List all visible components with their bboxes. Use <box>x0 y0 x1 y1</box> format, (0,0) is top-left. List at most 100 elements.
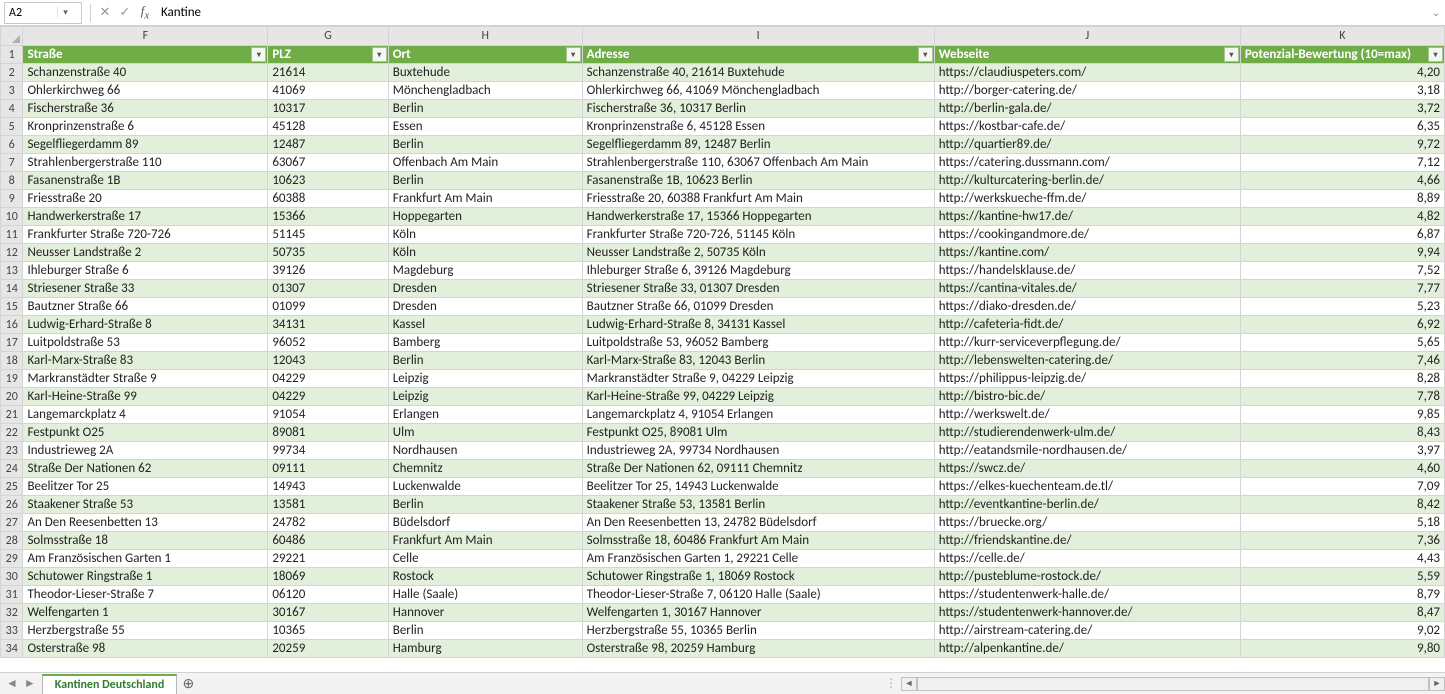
row-header[interactable]: 6 <box>1 136 23 154</box>
filter-icon[interactable] <box>566 47 581 62</box>
cell[interactable]: 06120 <box>268 586 388 604</box>
cell[interactable]: Friesstraße 20 <box>23 190 268 208</box>
cell[interactable]: Karl-Heine-Straße 99 <box>23 388 268 406</box>
row-header[interactable]: 27 <box>1 514 23 532</box>
cell[interactable]: https://cantina-vitales.de/ <box>934 280 1240 298</box>
cell[interactable]: 89081 <box>268 424 388 442</box>
cell[interactable]: Frankfurter Straße 720-726, 51145 Köln <box>582 226 934 244</box>
cell[interactable]: An Den Reesenbetten 13, 24782 Büdelsdorf <box>582 514 934 532</box>
cell[interactable]: Berlin <box>388 352 582 370</box>
row-header[interactable]: 26 <box>1 496 23 514</box>
cell[interactable]: Frankfurter Straße 720-726 <box>23 226 268 244</box>
cell[interactable]: Berlin <box>388 496 582 514</box>
cell[interactable]: http://eventkantine-berlin.de/ <box>934 496 1240 514</box>
row-header[interactable]: 13 <box>1 262 23 280</box>
cell[interactable]: Herzbergstraße 55 <box>23 622 268 640</box>
cell[interactable]: Friesstraße 20, 60388 Frankfurt Am Main <box>582 190 934 208</box>
cell[interactable]: Luitpoldstraße 53 <box>23 334 268 352</box>
row-header[interactable]: 33 <box>1 622 23 640</box>
row-header[interactable]: 23 <box>1 442 23 460</box>
cell[interactable]: https://handelsklause.de/ <box>934 262 1240 280</box>
cell[interactable]: 6,87 <box>1240 226 1444 244</box>
cell[interactable]: 7,09 <box>1240 478 1444 496</box>
cell[interactable]: http://friendskantine.de/ <box>934 532 1240 550</box>
cell[interactable]: Leipzig <box>388 388 582 406</box>
row-header[interactable]: 8 <box>1 172 23 190</box>
cell[interactable]: https://philippus-leipzig.de/ <box>934 370 1240 388</box>
cell[interactable]: Straße Der Nationen 62 <box>23 460 268 478</box>
cell[interactable]: Dresden <box>388 280 582 298</box>
table-header-ort[interactable]: Ort <box>388 46 582 64</box>
cell[interactable]: Frankfurt Am Main <box>388 190 582 208</box>
cell[interactable]: 8,89 <box>1240 190 1444 208</box>
cell[interactable]: Nordhausen <box>388 442 582 460</box>
cell[interactable]: 7,77 <box>1240 280 1444 298</box>
cell[interactable]: Köln <box>388 244 582 262</box>
cell[interactable]: Strahlenbergerstraße 110 <box>23 154 268 172</box>
cell[interactable]: Celle <box>388 550 582 568</box>
row-header[interactable]: 18 <box>1 352 23 370</box>
row-header[interactable]: 11 <box>1 226 23 244</box>
cell[interactable]: http://kurr-serviceverpflegung.de/ <box>934 334 1240 352</box>
cell[interactable]: 3,72 <box>1240 100 1444 118</box>
row-header[interactable]: 1 <box>1 46 23 64</box>
cell[interactable]: Beelitzer Tor 25 <box>23 478 268 496</box>
col-header-H[interactable]: H <box>388 27 582 46</box>
expand-formula-bar-icon[interactable]: ⌄ <box>1427 6 1445 19</box>
row-header[interactable]: 21 <box>1 406 23 424</box>
row-header[interactable]: 17 <box>1 334 23 352</box>
sheet-nav-prev-icon[interactable]: ◄ <box>6 676 18 691</box>
row-header[interactable]: 31 <box>1 586 23 604</box>
cell[interactable]: http://borger-catering.de/ <box>934 82 1240 100</box>
cell[interactable]: 4,43 <box>1240 550 1444 568</box>
cell[interactable]: 5,18 <box>1240 514 1444 532</box>
name-box-input[interactable] <box>5 6 57 20</box>
cell[interactable]: Offenbach Am Main <box>388 154 582 172</box>
cell[interactable]: 10365 <box>268 622 388 640</box>
cell[interactable]: 41069 <box>268 82 388 100</box>
row-header[interactable]: 25 <box>1 478 23 496</box>
row-header[interactable]: 4 <box>1 100 23 118</box>
cell[interactable]: http://lebenswelten-catering.de/ <box>934 352 1240 370</box>
scroll-right-icon[interactable]: ► <box>1429 677 1445 691</box>
cell[interactable]: Kassel <box>388 316 582 334</box>
cell[interactable]: Fasanenstraße 1B, 10623 Berlin <box>582 172 934 190</box>
cell[interactable]: https://diako-dresden.de/ <box>934 298 1240 316</box>
cell[interactable]: http://airstream-catering.de/ <box>934 622 1240 640</box>
cell[interactable]: 39126 <box>268 262 388 280</box>
cell[interactable]: Striesener Straße 33, 01307 Dresden <box>582 280 934 298</box>
sheet-tab-active[interactable]: Kantinen Deutschland <box>42 674 178 694</box>
cell[interactable]: Festpunkt O25 <box>23 424 268 442</box>
cell[interactable]: http://berlin-gala.de/ <box>934 100 1240 118</box>
row-header[interactable]: 3 <box>1 82 23 100</box>
cell[interactable]: Langemarckplatz 4, 91054 Erlangen <box>582 406 934 424</box>
cell[interactable]: Kronprinzenstraße 6, 45128 Essen <box>582 118 934 136</box>
cell[interactable]: Theodor-Lieser-Straße 7, 06120 Halle (Sa… <box>582 586 934 604</box>
cell[interactable]: http://kulturcatering-berlin.de/ <box>934 172 1240 190</box>
row-header[interactable]: 10 <box>1 208 23 226</box>
cell[interactable]: Berlin <box>388 136 582 154</box>
row-header[interactable]: 32 <box>1 604 23 622</box>
col-header-K[interactable]: K <box>1240 27 1444 46</box>
cell[interactable]: Osterstraße 98 <box>23 640 268 658</box>
cell[interactable]: 6,92 <box>1240 316 1444 334</box>
row-header[interactable]: 22 <box>1 424 23 442</box>
cell[interactable]: Luckenwalde <box>388 478 582 496</box>
cell[interactable]: http://quartier89.de/ <box>934 136 1240 154</box>
cell[interactable]: Dresden <box>388 298 582 316</box>
row-header[interactable]: 16 <box>1 316 23 334</box>
cell[interactable]: 8,47 <box>1240 604 1444 622</box>
cell[interactable]: Halle (Saale) <box>388 586 582 604</box>
cell[interactable]: 4,82 <box>1240 208 1444 226</box>
cell[interactable]: Ludwig-Erhard-Straße 8 <box>23 316 268 334</box>
cell[interactable]: Essen <box>388 118 582 136</box>
cell[interactable]: Fasanenstraße 1B <box>23 172 268 190</box>
cell[interactable]: https://catering.dussmann.com/ <box>934 154 1240 172</box>
cell[interactable]: 3,97 <box>1240 442 1444 460</box>
cell[interactable]: https://studentenwerk-halle.de/ <box>934 586 1240 604</box>
cell[interactable]: https://kostbar-cafe.de/ <box>934 118 1240 136</box>
formula-input[interactable] <box>155 2 1427 24</box>
cell[interactable]: Welfengarten 1 <box>23 604 268 622</box>
scroll-left-icon[interactable]: ◄ <box>901 677 917 691</box>
sheet-nav-next-icon[interactable]: ► <box>24 676 36 691</box>
